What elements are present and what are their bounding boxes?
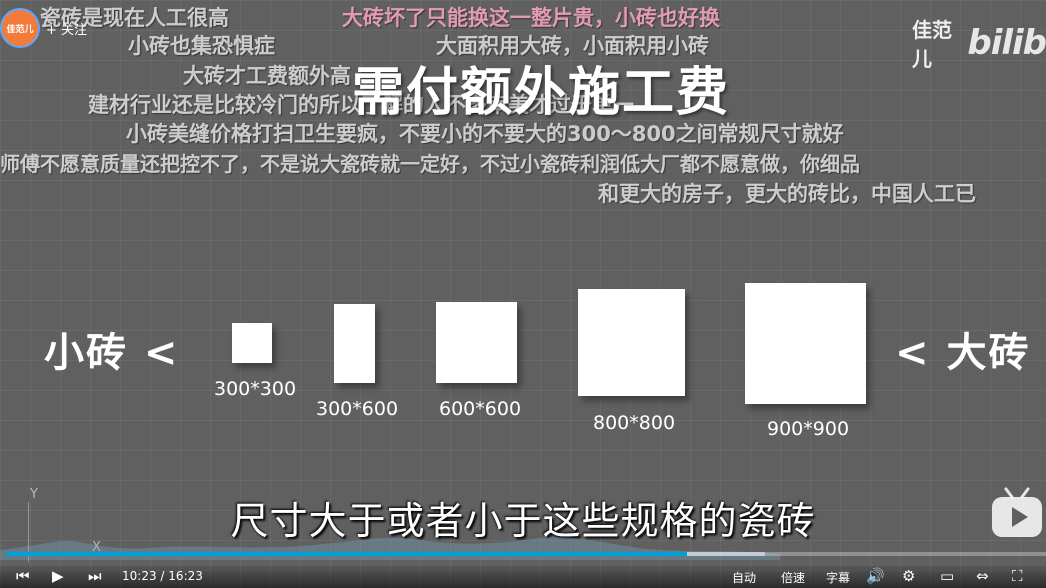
bilibili-logo-icon: bilib [967,23,1046,63]
time-readout: 10:23 / 16:23 [122,569,203,583]
bilibili-tv-icon[interactable] [990,487,1044,541]
large-tile-label: < 大砖 [895,330,1031,376]
watermark: 佳范儿 bilib [912,14,1046,72]
avatar[interactable]: 佳范儿 [0,8,40,48]
widescreen-icon[interactable]: ⇔ [976,567,989,585]
danmaku-comment: 和更大的房子，更大的砖比，中国人工已 [598,182,976,206]
danmaku-comment: 大砖坏了只能换这一整片贵，小砖也好换 [342,6,720,30]
tile-600x600 [436,302,517,383]
control-bar: ⏮ ▶ ⏭ 10:23 / 16:23 自动 倍速 字幕 🔊 ⚙ ▭ ⇔ ⛶ [0,566,1046,588]
current-time: 10:23 [122,569,157,583]
tile-300x300 [232,323,272,363]
tile-900x900 [745,283,866,404]
play-icon[interactable]: ▶ [52,567,64,585]
danmaku-comment: 师傅不愿意质量还把控不了，不是说大瓷砖就一定好，不过小瓷砖利润低大厂都不愿意做，… [0,152,860,176]
picture-in-picture-icon[interactable]: ▭ [940,567,954,585]
progress-played [6,552,688,556]
follow-button[interactable]: + 关注 [46,19,87,38]
video-player[interactable]: 大砖坏了只能换这一整片贵，小砖也好换 瓷砖是现在人工很高 小砖也集恐惧症 大面积… [0,0,1046,588]
tile-800x800 [578,289,685,396]
total-time: 16:23 [168,569,203,583]
watermark-name: 佳范儿 [912,18,952,71]
small-tile-label: 小砖 < [44,330,180,376]
volume-icon[interactable]: 🔊 [866,567,885,585]
uploader-badge[interactable]: 佳范儿 + 关注 [0,8,87,48]
time-separator: / [160,569,165,583]
fullscreen-icon[interactable]: ⛶ [1012,567,1023,585]
previous-icon[interactable]: ⏮ [16,567,30,585]
tile-size-label: 800*800 [593,412,676,434]
tile-300x600 [334,304,375,383]
tile-size-label: 900*900 [767,418,850,440]
subtitle-button[interactable]: 字幕 [826,569,850,586]
tile-size-label: 300*300 [214,378,297,400]
next-icon[interactable]: ⏭ [88,567,102,585]
gear-icon[interactable]: ⚙ [902,567,915,585]
tile-size-label: 300*600 [316,398,399,420]
quality-button[interactable]: 自动 [732,569,756,586]
danmaku-comment: 大砖才工费额外高 [183,64,351,88]
tile-size-label: 600*600 [439,398,522,420]
axis-y-label: Y [30,487,38,502]
video-title-overlay: 需付额外施工费 [352,63,731,123]
speed-button[interactable]: 倍速 [781,569,805,586]
progress-bar[interactable] [6,552,1046,556]
danmaku-comment: 小砖也集恐惧症 [128,34,275,58]
